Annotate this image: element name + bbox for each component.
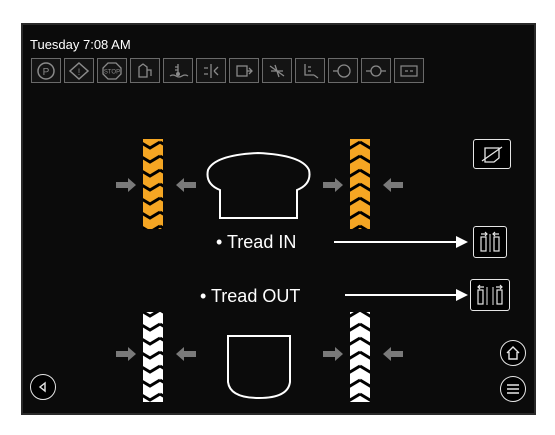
home-button[interactable] <box>500 340 526 366</box>
tread-in-button[interactable] <box>473 226 507 258</box>
no-steer-mode-button[interactable] <box>473 139 511 169</box>
back-arrow-icon <box>38 381 46 393</box>
tread-in-icon <box>480 231 500 252</box>
callout-arrows <box>334 236 468 301</box>
menu-icon <box>507 384 519 394</box>
back-button[interactable] <box>30 374 56 400</box>
tread-out-icon <box>477 284 503 305</box>
menu-button[interactable] <box>500 376 526 402</box>
steer-off-icon <box>481 146 503 163</box>
home-icon <box>506 346 520 360</box>
tread-out-button[interactable] <box>470 279 510 311</box>
